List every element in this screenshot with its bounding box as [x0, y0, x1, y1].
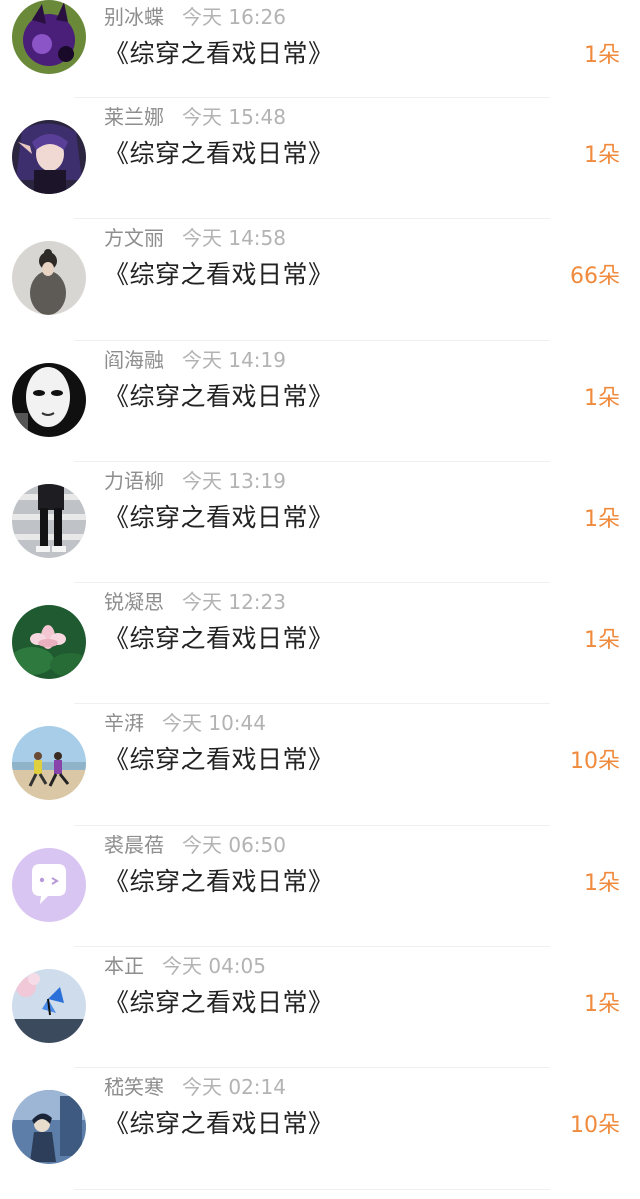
- record-time: 今天 12:23: [182, 590, 286, 615]
- user-name[interactable]: 别冰蝶: [104, 5, 164, 29]
- record-time: 今天 06:50: [182, 832, 286, 857]
- record-time: 今天 04:05: [162, 954, 266, 979]
- flower-count: 1朵: [584, 870, 620, 896]
- list-item[interactable]: 莱兰娜 今天 15:48 《综穿之看戏日常》 1朵: [0, 98, 640, 220]
- book-title[interactable]: 《综穿之看戏日常》: [104, 381, 334, 413]
- list-item[interactable]: 锐凝思 今天 12:23 《综穿之看戏日常》 1朵: [0, 583, 640, 705]
- book-title[interactable]: 《综穿之看戏日常》: [104, 623, 334, 655]
- book-title[interactable]: 《综穿之看戏日常》: [104, 138, 334, 170]
- avatar[interactable]: [12, 120, 86, 194]
- book-title[interactable]: 《综穿之看戏日常》: [104, 38, 334, 70]
- avatar[interactable]: [12, 483, 86, 558]
- record-meta: 方文丽 今天 14:58: [104, 225, 286, 251]
- flower-count: 1朵: [584, 628, 620, 654]
- record-meta: 辛湃 今天 10:44: [104, 710, 266, 736]
- list-item[interactable]: 辛湃 今天 10:44 《综穿之看戏日常》 10朵: [0, 704, 640, 826]
- list-item[interactable]: 裘晨蓓 今天 06:50 《综穿之看戏日常》 1朵: [0, 826, 640, 948]
- flower-count: 66朵: [570, 264, 620, 290]
- record-time: 今天 13:19: [182, 468, 286, 493]
- user-name[interactable]: 阎海融: [104, 348, 164, 372]
- flower-count: 1朵: [584, 43, 620, 68]
- avatar[interactable]: [12, 362, 86, 437]
- flower-count: 1朵: [584, 385, 620, 411]
- flower-count: 10朵: [570, 1113, 620, 1139]
- user-name[interactable]: 方文丽: [104, 226, 164, 250]
- list-item[interactable]: 方文丽 今天 14:58 《综穿之看戏日常》 66朵: [0, 219, 640, 341]
- list-item[interactable]: 本正 今天 04:05 《综穿之看戏日常》 1朵: [0, 947, 640, 1069]
- divider: [74, 1188, 550, 1190]
- book-title[interactable]: 《综穿之看戏日常》: [104, 866, 334, 898]
- avatar[interactable]: [12, 605, 86, 680]
- flower-count: 1朵: [584, 506, 620, 532]
- list-item[interactable]: 力语柳 今天 13:19 《综穿之看戏日常》 1朵: [0, 462, 640, 584]
- flower-count: 10朵: [570, 749, 620, 775]
- record-meta: 莱兰娜 今天 15:48: [104, 104, 286, 130]
- record-meta: 阎海融 今天 14:19: [104, 347, 286, 373]
- record-time: 今天 02:14: [182, 1075, 286, 1100]
- avatar[interactable]: [12, 0, 86, 74]
- record-meta: 裘晨蓓 今天 06:50: [104, 832, 286, 858]
- avatar[interactable]: [12, 1090, 86, 1165]
- record-time: 今天 14:58: [182, 226, 286, 251]
- record-meta: 力语柳 今天 13:19: [104, 468, 286, 494]
- user-name[interactable]: 裘晨蓓: [104, 833, 164, 857]
- record-time: 今天 16:26: [182, 5, 286, 29]
- list-item[interactable]: 别冰蝶 今天 16:26 《综穿之看戏日常》 1朵: [0, 0, 640, 98]
- book-title[interactable]: 《综穿之看戏日常》: [104, 987, 334, 1019]
- flower-count: 1朵: [584, 143, 620, 168]
- record-meta: 本正 今天 04:05: [104, 953, 266, 979]
- list-item[interactable]: 阎海融 今天 14:19 《综穿之看戏日常》 1朵: [0, 341, 640, 462]
- record-time: 今天 14:19: [182, 347, 286, 372]
- book-title[interactable]: 《综穿之看戏日常》: [104, 502, 334, 534]
- user-name[interactable]: 力语柳: [104, 469, 164, 493]
- avatar[interactable]: [12, 726, 86, 801]
- book-title[interactable]: 《综穿之看戏日常》: [104, 259, 334, 291]
- avatar[interactable]: [12, 969, 86, 1044]
- user-name[interactable]: 莱兰娜: [104, 105, 164, 129]
- flower-count: 1朵: [584, 992, 620, 1018]
- record-meta: 锐凝思 今天 12:23: [104, 589, 286, 615]
- user-name[interactable]: 本正: [104, 954, 144, 978]
- list-item[interactable]: 嵇笑寒 今天 02:14 《综穿之看戏日常》 10朵: [0, 1068, 640, 1190]
- gift-record-list: 别冰蝶 今天 16:26 《综穿之看戏日常》 1朵 莱兰娜 今天 15:48 《综穿…: [0, 0, 640, 1190]
- record-time: 今天 10:44: [162, 711, 266, 736]
- user-name[interactable]: 锐凝思: [104, 590, 164, 614]
- book-title[interactable]: 《综穿之看戏日常》: [104, 1108, 334, 1140]
- book-title[interactable]: 《综穿之看戏日常》: [104, 744, 334, 776]
- user-name[interactable]: 嵇笑寒: [104, 1075, 164, 1099]
- record-time: 今天 15:48: [182, 105, 286, 129]
- record-meta: 嵇笑寒 今天 02:14: [104, 1074, 286, 1100]
- record-meta: 别冰蝶 今天 16:26: [104, 4, 286, 30]
- avatar[interactable]: [12, 847, 86, 922]
- avatar[interactable]: [12, 241, 86, 316]
- user-name[interactable]: 辛湃: [104, 711, 144, 735]
